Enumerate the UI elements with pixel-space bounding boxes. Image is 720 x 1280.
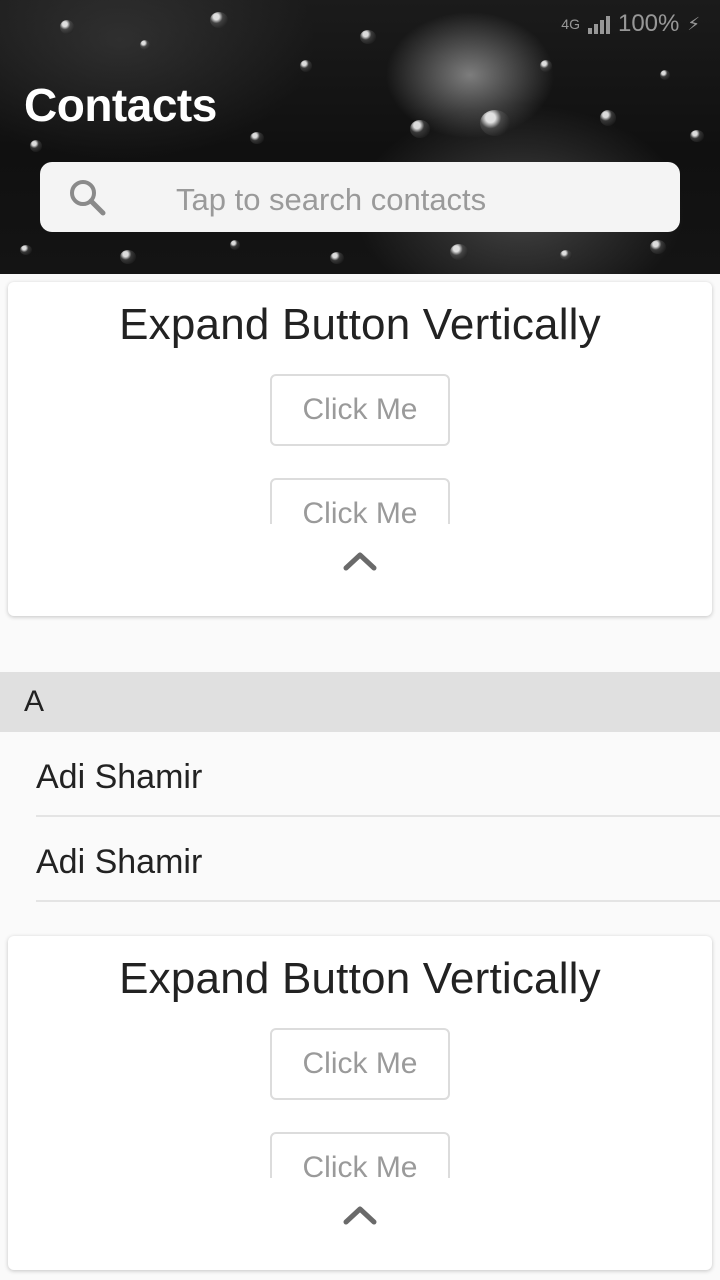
contact-name: Adi Shamir: [36, 758, 203, 796]
search-placeholder[interactable]: Tap to search contacts: [176, 182, 486, 218]
raindrop: [250, 132, 264, 144]
card-title: Expand Button Vertically: [119, 300, 601, 349]
raindrop: [560, 250, 572, 260]
raindrop: [330, 252, 344, 264]
card-button-area: Click Me Click Me: [8, 1028, 712, 1178]
chevron-up-icon[interactable]: [342, 1204, 378, 1226]
raindrop: [480, 110, 510, 136]
status-bar: 4G 100% ⚡: [561, 8, 700, 40]
search-bar[interactable]: Tap to search contacts: [40, 162, 680, 232]
click-me-button[interactable]: Click Me: [270, 374, 450, 446]
raindrop: [540, 60, 552, 72]
chevron-up-icon[interactable]: [342, 550, 378, 572]
raindrop: [410, 120, 430, 138]
battery-percent: 100%: [617, 10, 680, 37]
network-type: 4G: [561, 16, 580, 32]
raindrop: [300, 60, 312, 72]
click-me-button[interactable]: Click Me: [270, 1132, 450, 1178]
raindrop: [600, 110, 616, 126]
raindrop: [690, 130, 704, 142]
search-icon: [70, 180, 106, 216]
raindrop: [20, 245, 32, 255]
divider: [36, 900, 720, 902]
raindrop: [60, 20, 74, 34]
raindrop: [120, 250, 136, 264]
contact-row[interactable]: Adi Shamir: [0, 732, 720, 817]
section-header-a: A: [0, 672, 720, 732]
expand-card: Expand Button Vertically Click Me Click …: [8, 282, 712, 616]
card-button-area: Click Me Click Me: [8, 374, 712, 524]
battery-charging-icon: ⚡: [687, 13, 700, 34]
raindrop: [140, 40, 150, 50]
raindrop: [450, 244, 468, 260]
page-title: Contacts: [24, 79, 217, 131]
raindrop: [210, 12, 228, 28]
signal-icon: [587, 14, 610, 34]
raindrop: [360, 30, 376, 44]
raindrop: [660, 70, 670, 80]
raindrop: [30, 140, 42, 152]
contact-name: Adi Shamir: [36, 843, 203, 881]
expand-card: Expand Button Vertically Click Me Click …: [8, 936, 712, 1270]
raindrop: [650, 240, 666, 254]
click-me-button[interactable]: Click Me: [270, 478, 450, 524]
click-me-button[interactable]: Click Me: [270, 1028, 450, 1100]
raindrop: [230, 240, 240, 250]
contact-row[interactable]: Adi Shamir: [0, 817, 720, 902]
header-banner: 4G 100% ⚡ Contacts Tap to search contact…: [0, 0, 720, 274]
card-title: Expand Button Vertically: [119, 954, 601, 1003]
